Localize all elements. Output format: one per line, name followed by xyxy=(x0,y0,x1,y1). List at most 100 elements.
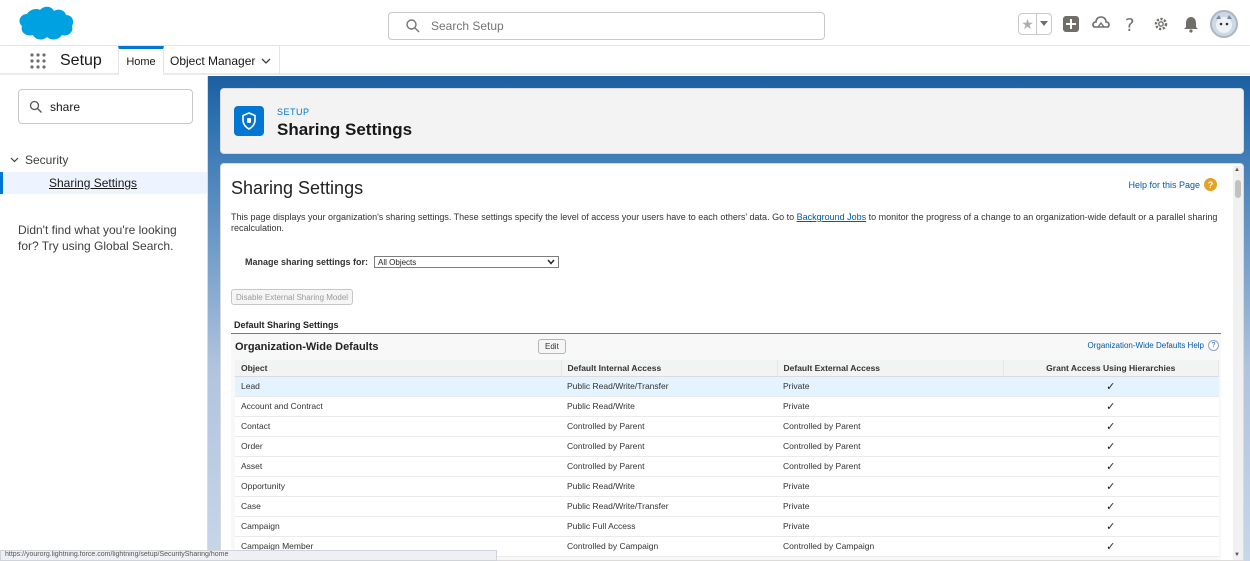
scroll-thumb[interactable] xyxy=(1235,180,1241,198)
cell-internal-access: Controlled by Parent xyxy=(561,416,777,437)
checkmark-icon: ✓ xyxy=(1003,396,1219,417)
cell-external-access: Private xyxy=(777,496,1003,517)
sidebar-item-sharing-settings[interactable]: Sharing Settings xyxy=(0,172,207,194)
cell-external-access: Private xyxy=(777,516,1003,537)
content-title: Sharing Settings xyxy=(231,178,364,198)
checkmark-icon: ✓ xyxy=(1003,436,1219,457)
help-icon[interactable]: ? xyxy=(1120,13,1142,35)
quick-find-input[interactable]: share xyxy=(18,89,193,124)
chevron-down-icon[interactable] xyxy=(1037,14,1051,34)
scroll-up-icon[interactable]: ▲ xyxy=(1234,167,1240,173)
star-icon[interactable]: ★ xyxy=(1019,14,1037,34)
checkmark-icon: ✓ xyxy=(1003,496,1219,517)
edit-button[interactable]: Edit xyxy=(538,339,566,354)
add-icon[interactable] xyxy=(1060,13,1082,35)
trailhead-icon[interactable] xyxy=(1090,13,1112,35)
description-text-1: This page displays your organization's s… xyxy=(231,212,797,222)
setup-page-header: SETUP Sharing Settings xyxy=(220,88,1244,154)
app-launcher-icon[interactable] xyxy=(30,53,46,69)
quick-find-value: share xyxy=(50,100,81,114)
column-header-internal: Default Internal Access xyxy=(561,360,778,377)
setup-sidebar: share Security Sharing Settings Didn't f… xyxy=(0,76,208,561)
cell-external-access: Private xyxy=(777,376,1003,397)
svg-text:?: ? xyxy=(1125,15,1135,34)
tree-node-label: Security xyxy=(25,153,69,167)
tab-object-manager-label: Object Manager xyxy=(170,53,256,68)
help-for-this-page-link[interactable]: Help for this Page ? xyxy=(1128,178,1217,191)
cell-object: Opportunity xyxy=(235,476,561,497)
chevron-down-icon[interactable] xyxy=(261,58,271,64)
cell-internal-access: Public Read/Write xyxy=(561,476,777,497)
search-icon xyxy=(406,19,420,33)
cell-object: Account and Contract xyxy=(235,396,561,417)
help-icon: ? xyxy=(1208,340,1219,351)
gear-icon[interactable] xyxy=(1150,13,1172,35)
cell-object: Campaign xyxy=(235,516,561,537)
table-row: Contact Controlled by Parent Controlled by… xyxy=(235,416,1219,437)
scroll-down-icon[interactable]: ▼ xyxy=(1234,552,1240,558)
cell-internal-access: Public Read/Write xyxy=(561,396,777,417)
global-header: Search Setup ★ ? xyxy=(0,0,1250,46)
checkmark-icon: ✓ xyxy=(1003,456,1219,477)
cell-external-access: Controlled by Parent xyxy=(777,416,1003,437)
search-placeholder: Search Setup xyxy=(431,19,504,33)
app-name: Setup xyxy=(60,52,102,69)
cell-external-access: Controlled by Parent xyxy=(777,456,1003,477)
search-icon xyxy=(29,100,42,113)
owd-table: Object Default Internal Access Default E… xyxy=(235,360,1219,557)
owd-table-body: Lead Public Read/Write/Transfer Private ✓ Ac… xyxy=(235,376,1219,557)
breadcrumb: SETUP xyxy=(277,107,310,117)
background-jobs-link[interactable]: Background Jobs xyxy=(797,212,867,222)
table-row: Order Controlled by Parent Controlled by P… xyxy=(235,436,1219,457)
column-header-object: Object xyxy=(235,360,562,377)
help-icon: ? xyxy=(1204,178,1217,191)
owd-help-label: Organization-Wide Defaults Help xyxy=(1087,341,1205,350)
tab-object-manager[interactable]: Object Manager xyxy=(170,46,281,75)
checkmark-icon: ✓ xyxy=(1003,476,1219,497)
bell-icon[interactable] xyxy=(1180,13,1202,35)
owd-help-link[interactable]: Organization-Wide Defaults Help ? xyxy=(1087,340,1219,351)
manage-sharing-select[interactable]: All Objects xyxy=(374,256,560,268)
scrollbar[interactable]: ▲ ▼ xyxy=(1233,166,1243,560)
checkmark-icon: ✓ xyxy=(1003,376,1219,397)
cell-object: Contact xyxy=(235,416,561,437)
table-row: Account and Contract Public Read/Write Pri… xyxy=(235,396,1219,417)
checkmark-icon: ✓ xyxy=(1003,516,1219,537)
chevron-down-icon[interactable] xyxy=(10,157,19,163)
favorites-group: ★ xyxy=(1018,13,1052,35)
column-header-grant: Grant Access Using Hierarchies xyxy=(1003,360,1219,377)
tab-home[interactable]: Home xyxy=(118,46,164,75)
chevron-down-icon xyxy=(547,259,555,265)
cell-external-access: Controlled by Campaign xyxy=(777,536,1003,557)
global-search-input[interactable]: Search Setup xyxy=(388,12,825,40)
page-title: Sharing Settings xyxy=(277,120,413,139)
table-header-row: Object Default Internal Access Default E… xyxy=(235,360,1219,377)
cell-internal-access: Controlled by Parent xyxy=(561,436,777,457)
global-search-hint: Didn't find what you're looking for? Try… xyxy=(18,223,177,253)
checkmark-icon: ✓ xyxy=(1003,416,1219,437)
cell-object: Lead xyxy=(235,376,561,397)
cell-external-access: Private xyxy=(777,476,1003,497)
default-sharing-settings-heading: Default Sharing Settings xyxy=(234,320,339,330)
shield-icon xyxy=(234,106,264,136)
manage-sharing-label: Manage sharing settings for: xyxy=(245,257,369,267)
column-header-external: Default External Access xyxy=(777,360,1004,377)
checkmark-icon: ✓ xyxy=(1003,536,1219,557)
cell-internal-access: Controlled by Campaign xyxy=(561,536,777,557)
owd-panel: Organization-Wide Defaults Edit Organiza… xyxy=(231,334,1221,560)
cell-internal-access: Public Full Access xyxy=(561,516,777,537)
disable-external-sharing-button[interactable]: Disable External Sharing Model xyxy=(231,289,354,305)
avatar[interactable] xyxy=(1210,10,1238,38)
table-row: Case Public Read/Write/Transfer Private ✓ xyxy=(235,496,1219,517)
cell-object: Case xyxy=(235,496,561,517)
salesforce-logo[interactable] xyxy=(16,4,76,44)
cell-internal-access: Public Read/Write/Transfer xyxy=(561,376,777,397)
manage-sharing-row: Manage sharing settings for: All Objects xyxy=(245,256,560,268)
page-description: This page displays your organization's s… xyxy=(231,212,1221,234)
status-bar-url: https://yourorg.lightning.force.com/ligh… xyxy=(0,550,497,561)
tree-node-security[interactable]: Security xyxy=(10,153,68,167)
owd-title: Organization-Wide Defaults xyxy=(235,341,379,353)
sharing-settings-frame: Sharing Settings Help for this Page ? Th… xyxy=(220,163,1244,561)
table-row: Opportunity Public Read/Write Private ✓ xyxy=(235,476,1219,497)
nav-bar: Setup Home Object Manager xyxy=(0,46,1250,75)
